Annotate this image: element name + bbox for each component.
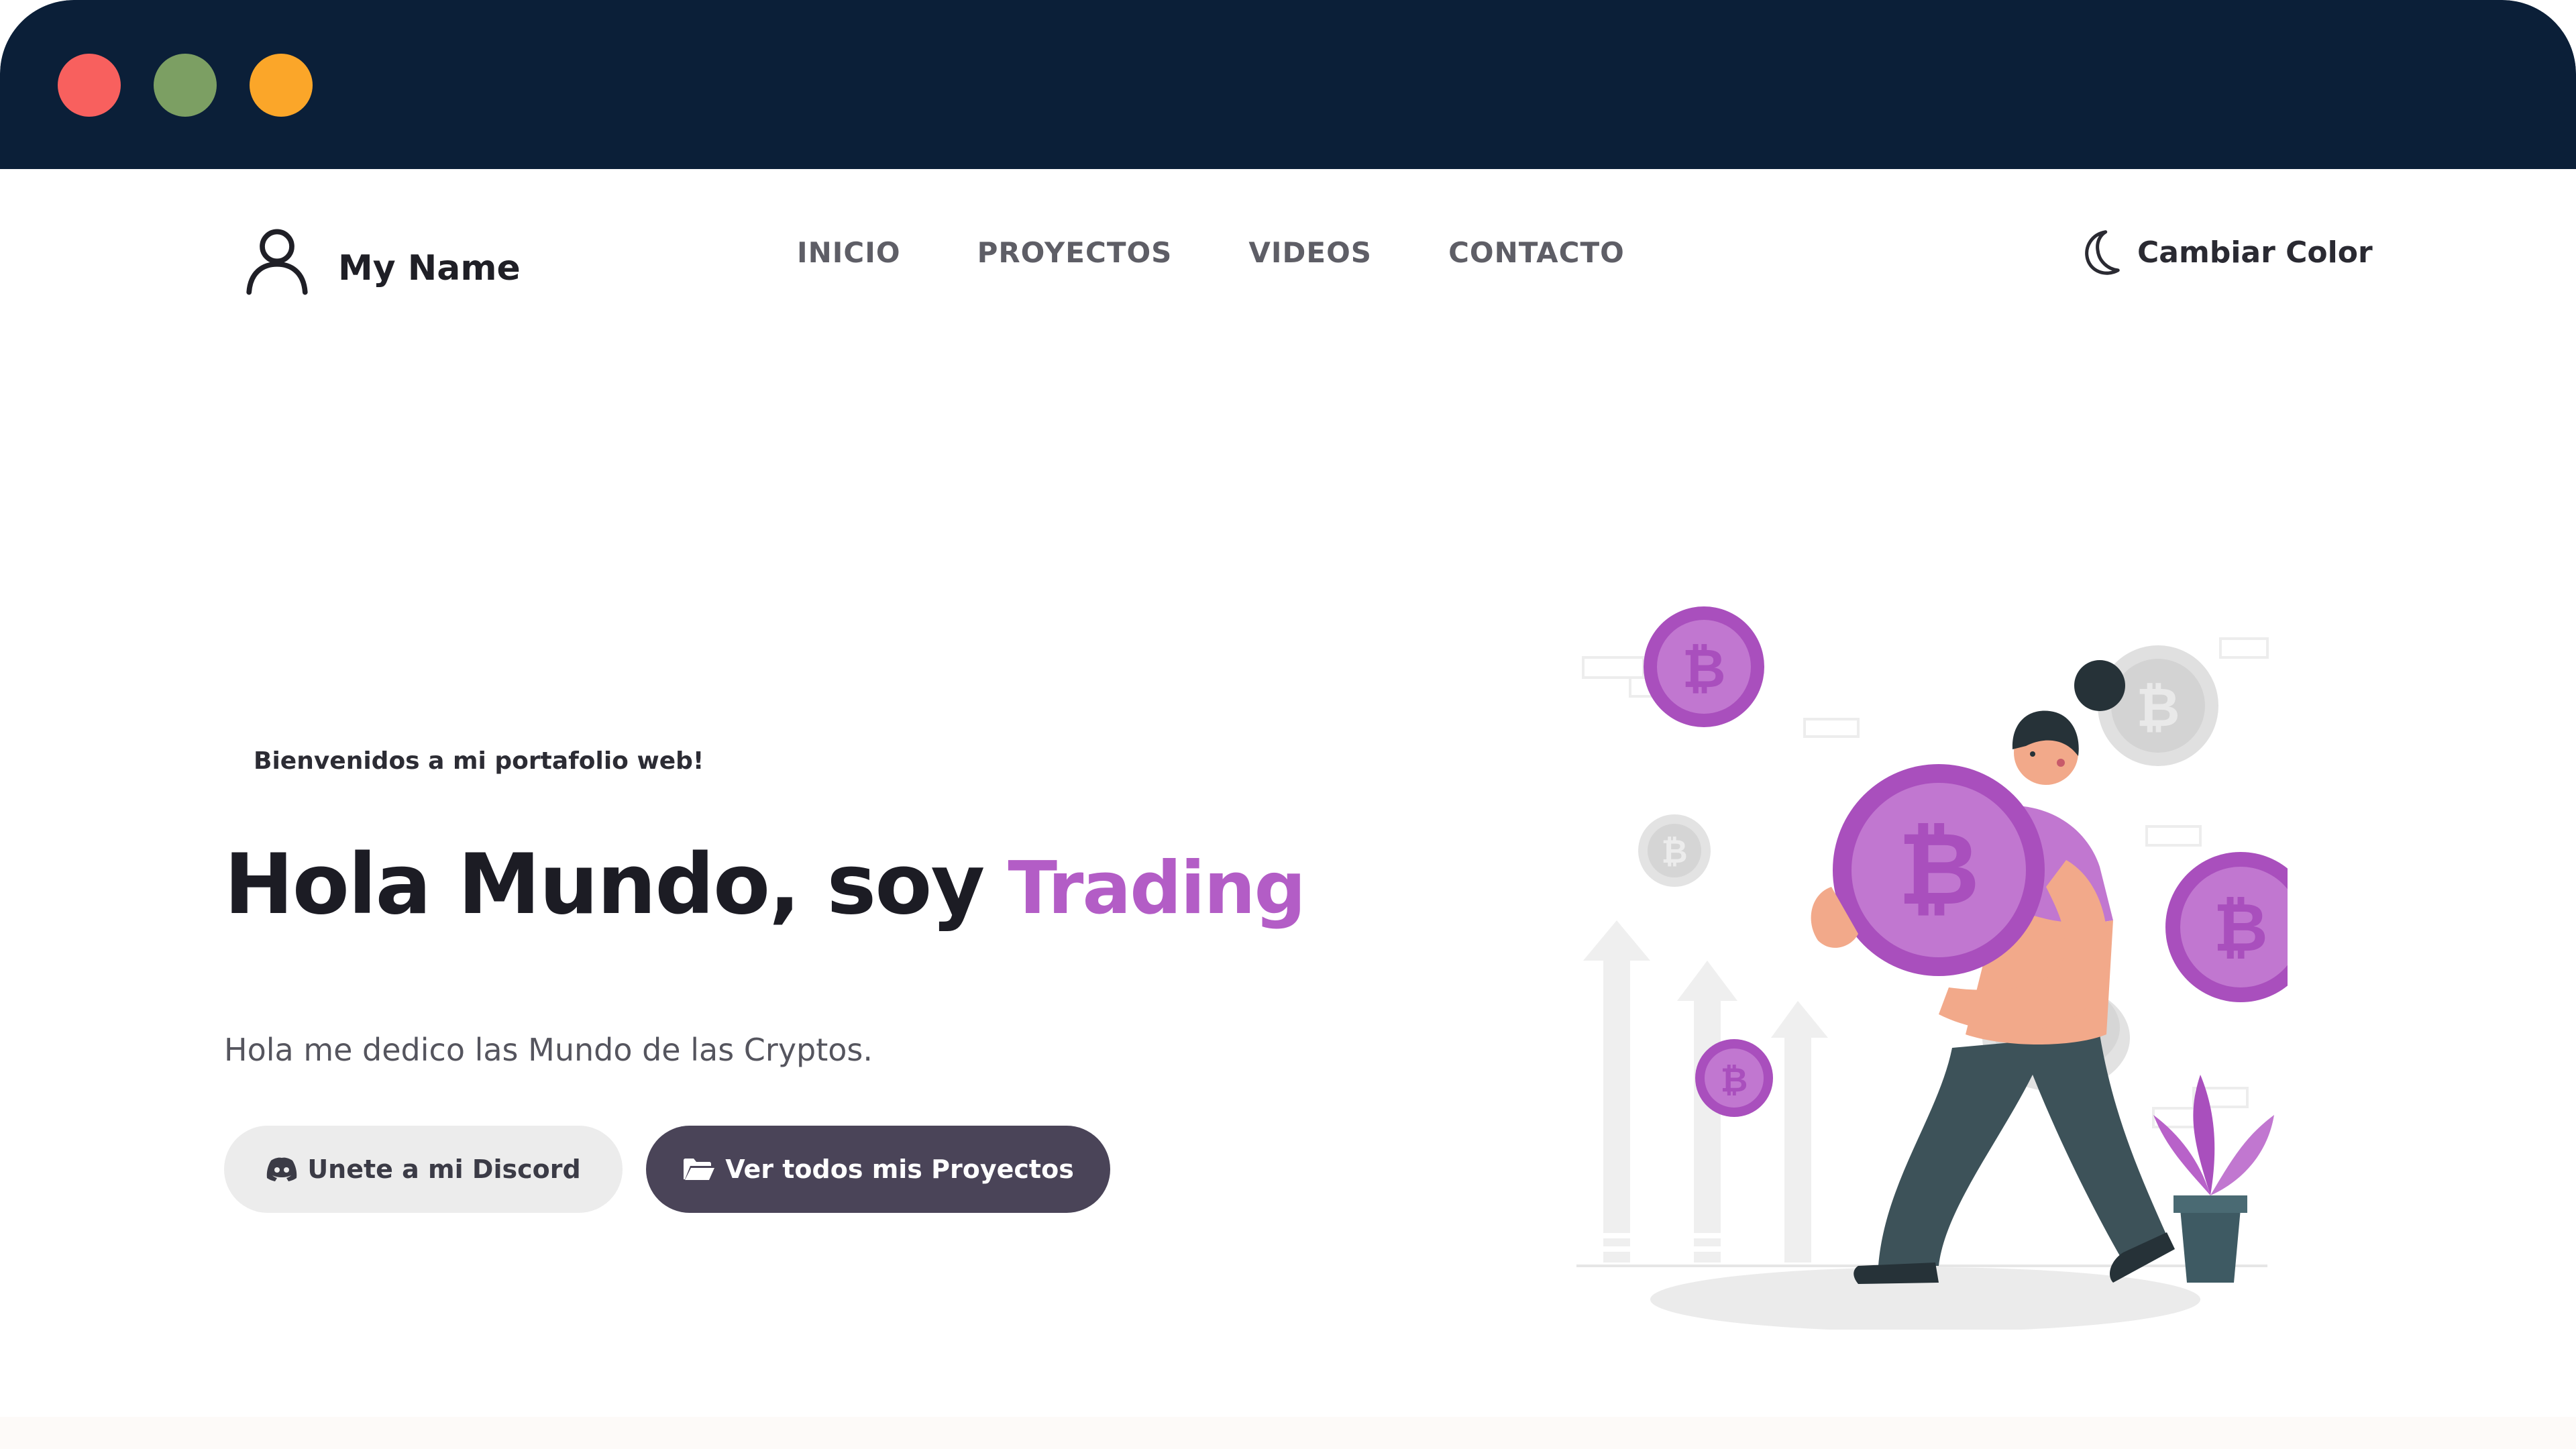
brand[interactable]: My Name — [240, 221, 521, 295]
browser-window: My Name INICIO PROYECTOS VIDEOS CONTACTO… — [0, 0, 2576, 1449]
discord-icon — [267, 1157, 297, 1181]
hero-title: Hola Mundo, soy Trading — [224, 837, 1306, 933]
svg-text:₿: ₿ — [2213, 888, 2268, 967]
theme-toggle-button[interactable]: Cambiar Color — [2073, 224, 2373, 280]
svg-text:₿: ₿ — [1898, 811, 1980, 928]
svg-text:₿: ₿ — [2136, 676, 2180, 739]
minimize-window-button[interactable] — [154, 54, 217, 117]
hero-description: Hola me dedico las Mundo de las Cryptos. — [224, 1032, 873, 1068]
svg-text:₿: ₿ — [1682, 637, 1725, 700]
main-nav: INICIO PROYECTOS VIDEOS CONTACTO — [797, 236, 1701, 269]
window-titlebar — [0, 0, 2576, 169]
nav-item-contacto[interactable]: CONTACTO — [1448, 236, 1625, 269]
theme-toggle-label: Cambiar Color — [2137, 235, 2373, 270]
discord-button[interactable]: Unete a mi Discord — [224, 1126, 623, 1213]
user-icon — [246, 229, 308, 295]
nav-item-proyectos[interactable]: PROYECTOS — [977, 236, 1173, 269]
projects-button[interactable]: Ver todos mis Proyectos — [646, 1126, 1110, 1213]
close-window-button[interactable] — [58, 54, 121, 117]
nav-item-inicio[interactable]: INICIO — [797, 236, 901, 269]
page-footer-strip — [0, 1417, 2576, 1449]
crypto-trading-illustration: ₿ ₿ ₿ ₿ ₿ ₿ — [1576, 606, 2288, 1330]
hero-title-text: Hola Mundo, soy — [224, 837, 985, 933]
projects-button-label: Ver todos mis Proyectos — [725, 1155, 1074, 1184]
moon-icon — [2085, 230, 2120, 275]
hero-title-accent: Trading — [1008, 847, 1305, 930]
svg-text:₿: ₿ — [1721, 1061, 1748, 1099]
svg-text:₿: ₿ — [1661, 833, 1687, 871]
nav-item-videos[interactable]: VIDEOS — [1248, 236, 1372, 269]
discord-button-label: Unete a mi Discord — [307, 1155, 581, 1184]
maximize-window-button[interactable] — [250, 54, 313, 117]
portfolio-page: My Name INICIO PROYECTOS VIDEOS CONTACTO… — [0, 169, 2576, 1449]
brand-name: My Name — [338, 248, 521, 288]
folder-open-icon — [684, 1159, 715, 1180]
welcome-text: Bienvenidos a mi portafolio web! — [254, 747, 704, 775]
